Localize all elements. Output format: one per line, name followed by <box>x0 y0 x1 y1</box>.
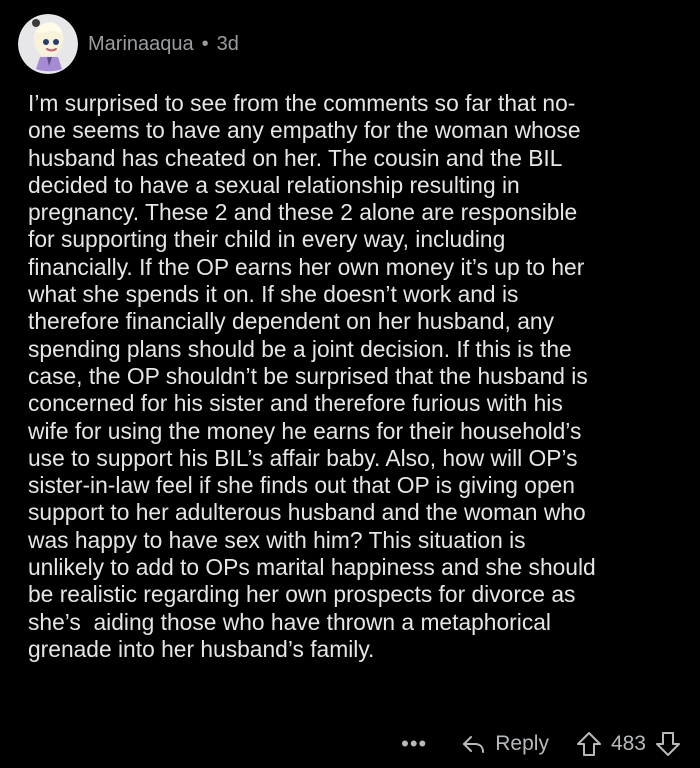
avatar[interactable] <box>18 14 78 74</box>
reply-button[interactable]: Reply <box>461 732 549 756</box>
comment-actions: ••• Reply 483 <box>401 724 682 764</box>
reply-label: Reply <box>495 732 549 755</box>
meta-separator: • <box>201 32 209 55</box>
more-icon[interactable]: ••• <box>401 731 427 757</box>
comment-header: Marinaaqua • 3d <box>18 12 239 76</box>
comment-body: I’m surprised to see from the comments s… <box>28 90 596 662</box>
comment-age: 3d <box>216 32 239 55</box>
downvote-icon[interactable] <box>654 730 682 758</box>
upvote-icon[interactable] <box>575 730 603 758</box>
comment-meta: Marinaaqua • 3d <box>88 33 239 56</box>
vote-count: 483 <box>610 732 646 755</box>
author-name[interactable]: Marinaaqua <box>88 33 194 56</box>
reply-icon <box>461 734 495 754</box>
